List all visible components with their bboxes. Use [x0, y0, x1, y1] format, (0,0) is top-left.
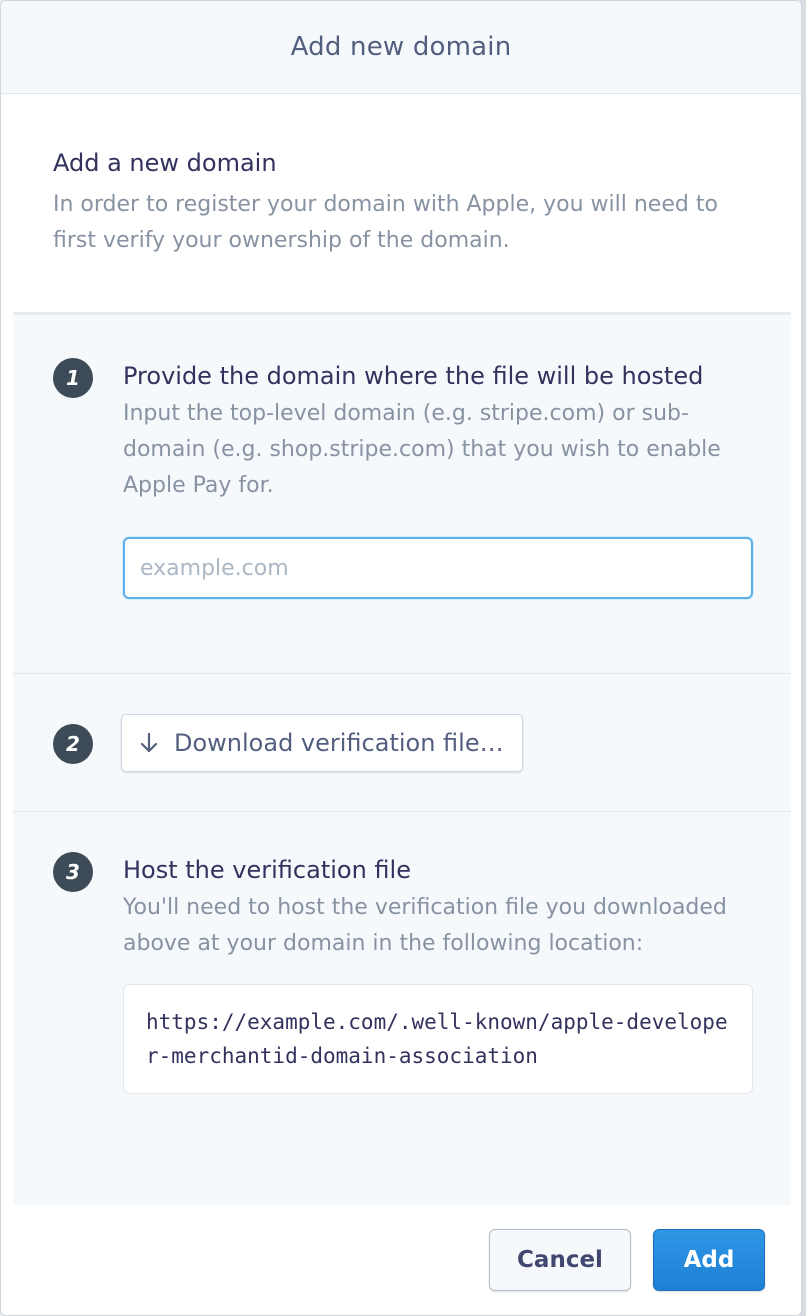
- domain-input[interactable]: [123, 537, 753, 599]
- step-description: You'll need to host the verification fil…: [123, 895, 727, 956]
- modal-header: Add new domain: [1, 1, 801, 94]
- intro-description: In order to register your domain with Ap…: [53, 192, 718, 253]
- download-button-label: Download verification file…: [174, 729, 504, 757]
- verification-file-url: https://example.com/.well-known/apple-de…: [123, 984, 753, 1094]
- modal-footer: Cancel Add: [1, 1205, 801, 1315]
- step-number-badge: 1: [53, 358, 93, 398]
- steps-list: 1 Provide the domain where the file will…: [13, 312, 791, 1209]
- download-verification-file-button[interactable]: Download verification file…: [121, 714, 523, 772]
- step-provide-domain: 1 Provide the domain where the file will…: [13, 315, 791, 673]
- arrow-down-icon: [138, 732, 160, 754]
- add-domain-modal: Add new domain Add a new domain In order…: [0, 0, 802, 1316]
- step-description: Input the top-level domain (e.g. stripe.…: [123, 401, 721, 498]
- step-title: Provide the domain where the file will b…: [123, 362, 704, 390]
- intro-section: Add a new domain In order to register yo…: [1, 94, 801, 312]
- intro-title: Add a new domain: [53, 149, 277, 177]
- step-download-file: 2 Download verification file…: [13, 673, 791, 811]
- modal-title: Add new domain: [290, 32, 512, 62]
- cancel-button[interactable]: Cancel: [489, 1229, 631, 1291]
- step-number-badge: 3: [53, 852, 93, 892]
- add-button[interactable]: Add: [653, 1229, 765, 1291]
- step-number-badge: 2: [53, 724, 93, 764]
- step-title: Host the verification file: [123, 856, 411, 884]
- step-host-file: 3 Host the verification file You'll need…: [13, 811, 791, 1209]
